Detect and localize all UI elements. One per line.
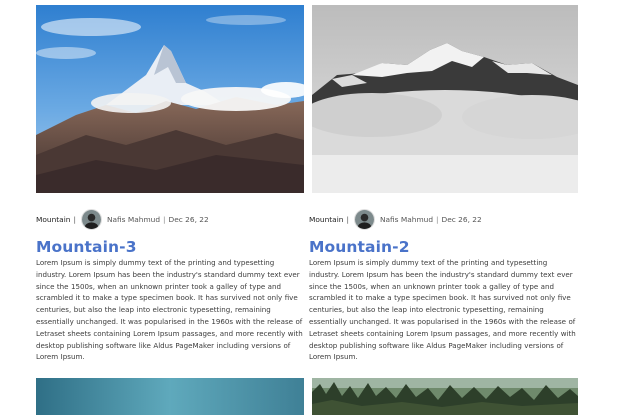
meta-separator: |	[163, 214, 166, 224]
mountain-photo	[312, 5, 578, 193]
avatar[interactable]	[80, 208, 102, 230]
post-date: Dec 26, 22	[168, 214, 209, 224]
post-excerpt: Lorem Ipsum is simply dummy text of the …	[36, 258, 303, 362]
meta-separator: |	[346, 214, 349, 224]
landscape-photo	[36, 378, 304, 415]
post-thumbnail[interactable]	[312, 5, 578, 193]
meta-separator: |	[73, 214, 76, 224]
post-author[interactable]: Nafis Mahmud	[107, 215, 160, 224]
post-thumbnail-next[interactable]	[312, 378, 578, 415]
post-thumbnail-next[interactable]	[36, 378, 304, 415]
post-card[interactable]: Mountain | Nafis Mahmud | Dec 26, 22 Mou…	[309, 0, 578, 363]
post-title[interactable]: Mountain-3	[36, 238, 304, 256]
post-category[interactable]: Mountain	[36, 215, 70, 224]
forest-photo	[312, 378, 578, 415]
post-card[interactable]: Mountain | Nafis Mahmud | Dec 26, 22 Mou…	[36, 0, 304, 363]
post-excerpt: Lorem Ipsum is simply dummy text of the …	[309, 258, 576, 362]
avatar[interactable]	[353, 208, 375, 230]
post-thumbnail[interactable]	[36, 5, 304, 193]
post-category[interactable]: Mountain	[309, 215, 343, 224]
post-author[interactable]: Nafis Mahmud	[380, 215, 433, 224]
post-title[interactable]: Mountain-2	[309, 238, 578, 256]
post-date: Dec 26, 22	[441, 214, 482, 224]
meta-separator: |	[436, 214, 439, 224]
mountain-photo	[36, 5, 304, 193]
post-meta: Mountain | Nafis Mahmud | Dec 26, 22	[36, 208, 304, 230]
post-meta: Mountain | Nafis Mahmud | Dec 26, 22	[309, 208, 578, 230]
